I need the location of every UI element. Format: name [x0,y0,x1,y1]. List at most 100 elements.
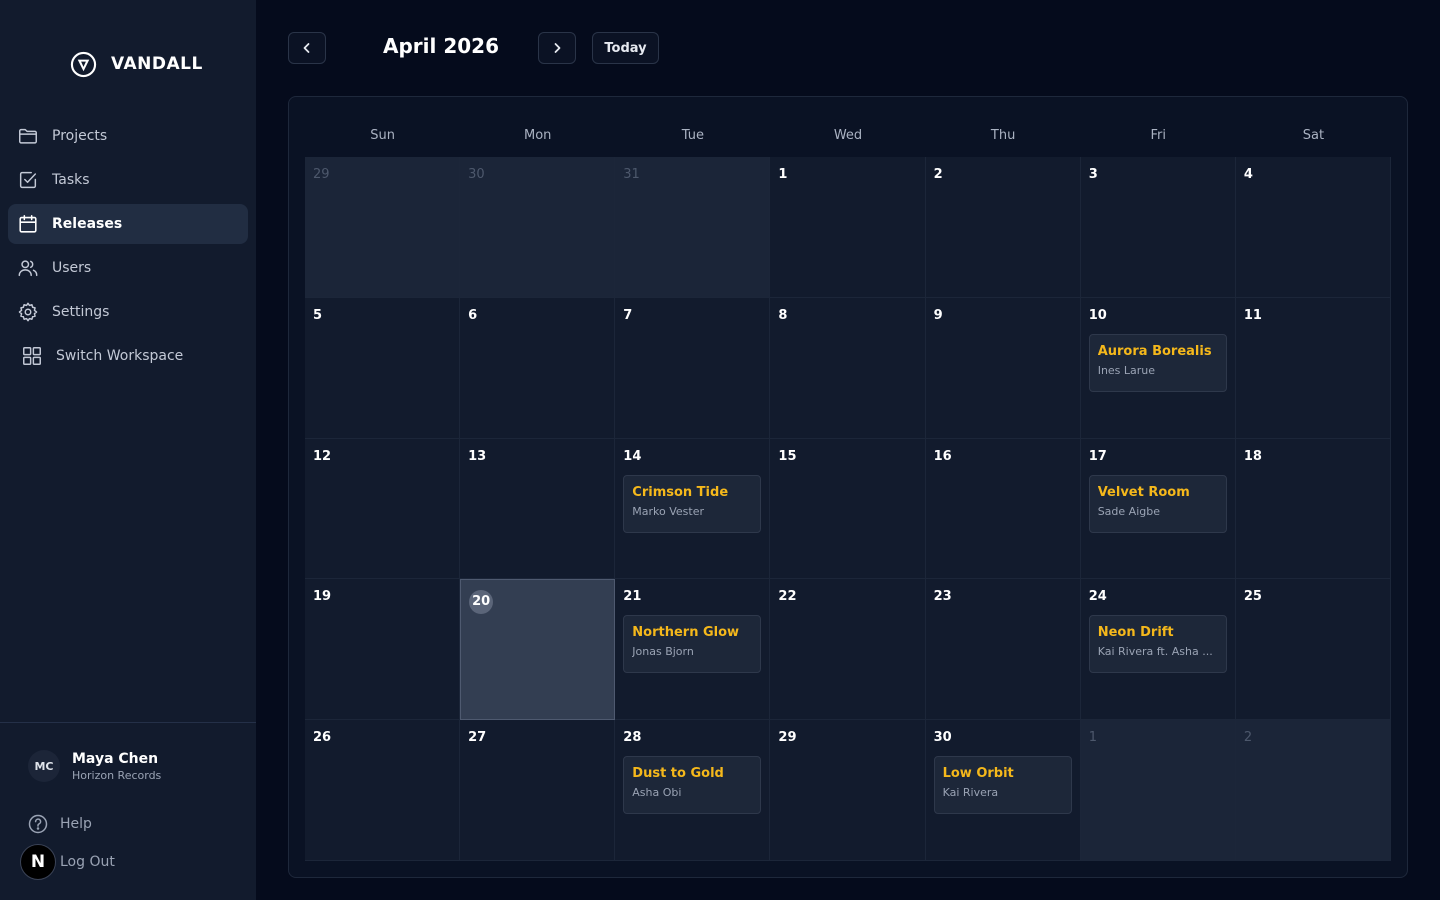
help-label: Help [60,816,92,832]
today-date-badge: 20 [469,589,494,614]
release-event-card[interactable]: Neon Drift Kai Rivera ft. Asha ... [1088,615,1227,674]
release-event-card[interactable]: Velvet Room Sade Aigbe [1088,474,1227,533]
weekday-label: Fri [1150,127,1167,143]
day-number: 1 [778,167,788,182]
day-number: 27 [468,730,487,746]
logout-label: Log Out [60,854,115,870]
day-number: 29 [313,167,330,182]
calendar-day[interactable]: 7 [615,297,771,439]
user-profile[interactable]: MC Maya Chen Horizon Records [28,750,161,782]
calendar-day[interactable]: 15 [770,438,926,580]
day-number: 26 [313,730,332,746]
calendar-day[interactable]: 12 [305,438,461,580]
previous-month-button[interactable] [288,32,326,64]
sidebar-item-projects[interactable]: Projects [8,116,248,156]
weekday-label: Tue [681,127,704,143]
day-number: 9 [933,307,943,323]
next-month-button[interactable] [538,32,576,64]
calendar-day[interactable]: 3 [1080,157,1236,298]
calendar-day[interactable]: 30 [460,157,616,298]
user-name: Maya Chen [72,750,159,767]
calendar-day[interactable]: 28 Dust to Gold Asha Obi [615,720,771,861]
calendar-day[interactable]: 19 [305,579,461,721]
release-artist: Marko Vester [632,504,705,518]
calendar-day[interactable]: 10 Aurora Borealis Ines Larue [1080,297,1236,439]
help-link[interactable]: Help [28,814,92,834]
calendar-day[interactable]: 1 [770,157,926,298]
calendar-day[interactable]: 2 [1235,720,1391,861]
calendar-day[interactable]: 14 Crimson Tide Marko Vester [615,438,771,580]
day-number: 8 [778,307,788,323]
day-number: 6 [468,307,478,323]
day-number: 19 [313,589,332,605]
sidebar-divider [0,722,256,723]
calendar-day[interactable]: 1 [1080,720,1236,861]
sidebar-item-releases[interactable]: Releases [8,204,248,244]
today-button[interactable]: Today [592,32,659,64]
calendar-day[interactable]: 26 [305,720,461,861]
release-artist: Sade Aigbe [1097,504,1160,518]
calendar-day[interactable]: 5 [305,297,461,439]
calendar-day[interactable]: 11 [1235,297,1391,439]
calendar-day[interactable]: 27 [460,720,616,861]
calendar-day[interactable]: 2 [925,157,1081,298]
calendar-day[interactable]: 6 [460,297,616,439]
weekday-label: Sat [1302,127,1325,143]
day-number: 17 [1088,448,1107,464]
calendar-day[interactable]: 29 [770,720,926,861]
user-org: Horizon Records [72,768,162,782]
calendar-icon [16,212,40,236]
calendar-day[interactable]: 18 [1235,438,1391,580]
day-number: 30 [933,730,952,746]
day-number: 2 [933,167,943,182]
sidebar-item-label: Releases [52,216,123,232]
calendar-day[interactable]: 30 Low Orbit Kai Rivera [925,720,1081,861]
calendar-day[interactable]: 22 [770,579,926,721]
sidebar-item-label: Projects [52,128,108,144]
brand[interactable]: VANDALL [70,50,203,78]
calendar-day[interactable]: 13 [460,438,616,580]
release-event-card[interactable]: Crimson Tide Marko Vester [623,474,762,533]
sidebar-item-label: Tasks [52,172,90,188]
day-number: 28 [623,730,642,746]
weekday-header: Sun Mon Tue Wed Thu Fri Sat [305,113,1391,157]
day-number: 12 [313,448,332,464]
calendar-day[interactable]: 23 [925,579,1081,721]
calendar-day[interactable]: 4 [1235,157,1391,298]
calendar-day[interactable]: 29 [305,157,461,298]
sidebar-item-users[interactable]: Users [8,248,248,288]
release-event-card[interactable]: Dust to Gold Asha Obi [623,756,762,815]
sidebar-item-tasks[interactable]: Tasks [8,160,248,200]
release-calendar: Sun Mon Tue Wed Thu Fri Sat 29 30 31 1 2 3 4 5 6 7 8 9 10 A… [288,96,1408,878]
sidebar-item-settings[interactable]: Settings [8,292,248,332]
calendar-day[interactable]: 31 [615,157,771,298]
day-number: 2 [1243,730,1253,746]
calendar-day-today[interactable]: 20 [460,579,616,721]
day-number: 30 [468,167,485,182]
release-artist: Kai Rivera [942,786,999,800]
day-number: 11 [1243,307,1262,323]
release-event-card[interactable]: Low Orbit Kai Rivera [933,756,1072,815]
calendar-day[interactable]: 17 Velvet Room Sade Aigbe [1080,438,1236,580]
day-number: 25 [1243,589,1262,605]
calendar-day[interactable]: 21 Northern Glow Jonas Bjorn [615,579,771,721]
release-title: Velvet Room [1097,484,1190,500]
calendar-day[interactable]: 24 Neon Drift Kai Rivera ft. Asha ... [1080,579,1236,721]
day-number: 21 [623,589,642,605]
calendar-day[interactable]: 16 [925,438,1081,580]
release-artist: Asha Obi [632,786,682,800]
release-event-card[interactable]: Aurora Borealis Ines Larue [1088,333,1227,392]
sidebar-nav: Projects Tasks Releases Users Settings S… [8,116,248,380]
calendar-day[interactable]: 8 [770,297,926,439]
calendar-day[interactable]: 9 [925,297,1081,439]
grid-icon [20,344,44,368]
calendar-day[interactable]: 25 [1235,579,1391,721]
day-number: 5 [313,307,323,323]
day-number: 4 [1243,167,1253,182]
n-badge-icon[interactable]: N [20,844,56,880]
day-number: 18 [1243,448,1262,464]
release-event-card[interactable]: Northern Glow Jonas Bjorn [623,615,762,674]
day-number: 22 [778,589,797,605]
sidebar-item-switch-workspace[interactable]: Switch Workspace [8,336,248,376]
weekday-label: Wed [833,127,863,143]
